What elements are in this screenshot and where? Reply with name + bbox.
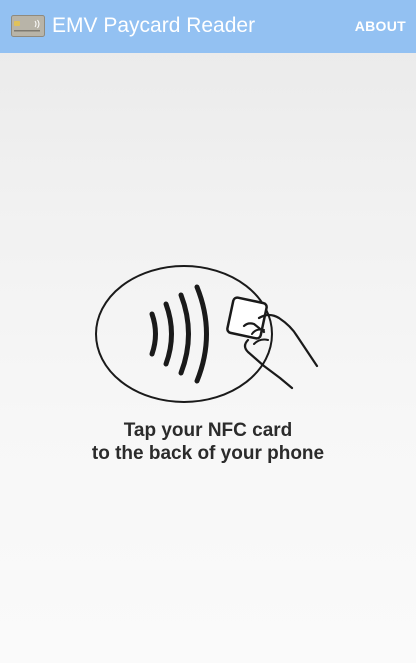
action-bar: EMV Paycard Reader ABOUT	[0, 0, 416, 53]
instruction-line-2: to the back of your phone	[91, 443, 325, 464]
instruction-line-1: Tap your NFC card	[123, 420, 293, 441]
instruction-text: Tap your NFC card to the back of your ph…	[0, 419, 416, 465]
app-title: EMV Paycard Reader	[52, 14, 256, 37]
about-button[interactable]: ABOUT	[353, 13, 408, 39]
app-screen: EMV Paycard Reader ABOUT Tap your NFC ca…	[0, 0, 416, 663]
credit-card-icon	[11, 15, 45, 37]
contactless-tap-icon	[95, 265, 319, 403]
